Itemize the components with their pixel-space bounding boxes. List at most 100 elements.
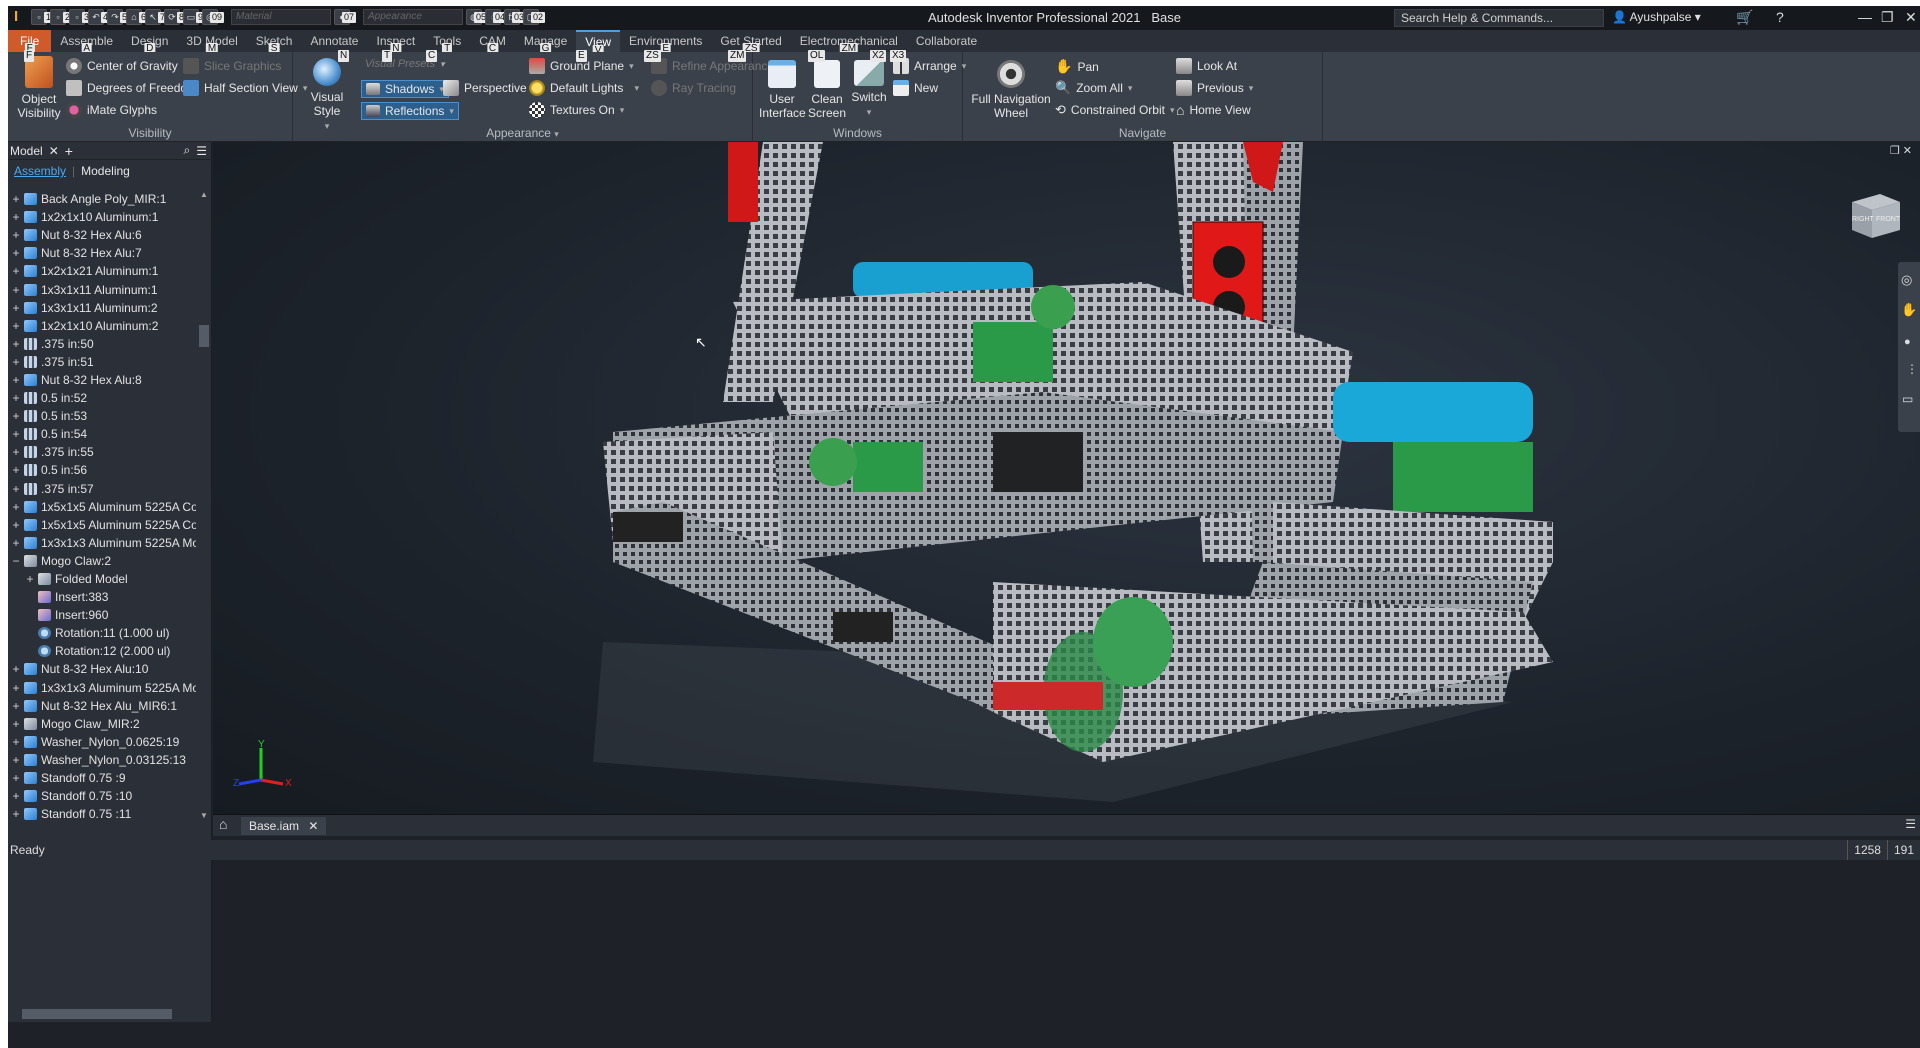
material-select[interactable]: Material [231,9,331,25]
tree-node[interactable]: +1x2x1x10 Aluminum:1 [8,208,196,226]
tree-node[interactable]: +1x3x1x11 Aluminum:1 [8,280,196,298]
inventor-logo-icon[interactable]: I [14,9,28,25]
tree-node[interactable]: − Mogo Claw:2 [8,552,196,570]
panel-title-appearance[interactable]: Appearance ▾ [293,126,752,140]
qat-appearance-icon[interactable]: ◐07 [334,9,356,25]
tree-node[interactable]: + .375 in:55 [8,443,196,461]
tree-node[interactable]: + Nut 8-32 Hex Alu_MIR6:1 [8,697,196,715]
pan-button[interactable]: ✋ Pan [1055,58,1099,75]
qat-redo-button[interactable]: ↷ 5 [107,9,129,25]
menu-icon[interactable]: ☰ [1905,817,1916,831]
home-view-button[interactable]: ⌂ Home View [1176,102,1251,118]
expand-icon[interactable]: + [10,482,22,496]
tab-collaborate[interactable]: Collaborate [907,30,986,52]
slice-graphics-button[interactable]: Slice Graphics [183,58,281,74]
expand-icon[interactable]: + [10,301,22,315]
navigation-bar[interactable]: ◎ ✋ ● ⋮ ▭ [1898,262,1920,432]
scroll-thumb[interactable] [199,325,209,347]
qat-save-button[interactable]: ▫ 3 [69,9,91,25]
nav-wheel-icon[interactable]: ◎ [1901,272,1912,288]
tree-node[interactable]: + Nut 8-32 Hex Alu:7 [8,244,196,262]
browser-hscroll-thumb[interactable] [22,1009,172,1019]
expand-icon[interactable]: + [10,463,22,477]
tree-node[interactable]: + .375 in:50 [8,335,196,353]
clean-screen-button[interactable]: Clean Screen [807,60,847,120]
home-icon[interactable]: ⌂ [219,816,227,832]
expand-icon[interactable]: + [10,662,22,676]
tab-manage[interactable]: Manage G [515,30,576,55]
expand-icon[interactable]: + [10,681,22,695]
tree-node[interactable]: + Standoff 0.75 :10 [8,787,196,805]
qat-open-button[interactable]: ▫ 2 [50,9,72,25]
tree-node[interactable]: + .375 in:57 [8,480,196,498]
tree-node[interactable]: + Nut 8-32 Hex Alu:6 [8,226,196,244]
full-navigation-wheel-button[interactable]: Full Navigation Wheel [969,60,1053,120]
expand-icon[interactable]: + [10,409,22,423]
expand-icon[interactable]: + [10,246,22,260]
tree-node[interactable]: +1x3x1x3 Aluminum 5225A Mogo C [8,679,196,697]
degrees-of-freedom-button[interactable]: Degrees of Freedom [66,80,197,96]
previous-view-button[interactable]: Previous ▾ [1176,80,1253,96]
zoom-icon[interactable]: ● [1904,336,1911,348]
user-account[interactable]: 👤 Ayushpalse ▾ [1612,10,1701,24]
reflections-button[interactable]: Reflections ▾ [361,102,459,120]
object-visibility-button[interactable]: Object Visibility [16,56,62,120]
visual-style-button[interactable]: Visual Style ▾ [299,58,355,133]
tree-node[interactable]: +1x3x1x11 Aluminum:2 [8,299,196,317]
qat-undo-button[interactable]: ↶ 4 [88,9,110,25]
default-lights-select[interactable]: Default Lights ▾ [529,80,639,96]
graphics-viewport[interactable]: ↖ RIGHT FRONT ◎ ✋ ● ⋮ ▭ ❐ ✕ Y X Z [213,142,1920,820]
ray-tracing-button[interactable]: Ray Tracing [651,80,736,96]
tab-tools[interactable]: Tools T [424,30,470,55]
add-tab-icon[interactable]: + [65,143,73,159]
qat-home-button[interactable]: ⌂ 6 [126,9,148,25]
browser-title[interactable]: Model [10,144,43,158]
expand-icon[interactable]: + [10,735,22,749]
expand-icon[interactable]: + [10,518,22,532]
help-search-input[interactable]: Search Help & Commands... [1394,9,1604,27]
expand-icon[interactable]: + [10,445,22,459]
tab-sketch[interactable]: Sketch S [247,30,302,55]
tree-node[interactable]: +1x5x1x5 Aluminum 5225A Cone A [8,498,196,516]
expand-icon[interactable]: + [10,427,22,441]
tab-modeling[interactable]: Modeling [81,164,130,178]
new-window-button[interactable]: New [893,80,938,96]
look-at-icon[interactable]: ▭ [1902,392,1913,406]
tree-node[interactable]: +0.5 in:56 [8,461,196,479]
tree-node[interactable]: + Nut 8-32 Hex Alu:10 [8,660,196,678]
tree-node[interactable]: + Standoff 0.75 :9 [8,769,196,787]
tab-3d-model[interactable]: 3D Model M [177,30,246,55]
expand-icon[interactable]: + [10,373,22,387]
qat-adjust-button[interactable]: ◌04 [485,9,507,25]
expand-icon[interactable]: + [10,789,22,803]
expand-icon[interactable]: + [10,699,22,713]
document-tab[interactable]: Base.iam ✕ [241,817,327,835]
expand-icon[interactable]: + [10,500,22,514]
tab-assemble[interactable]: Assemble A [51,30,122,55]
perspective-button[interactable]: Perspective▾ [443,80,536,96]
tree-node[interactable]: +0.5 in:52 [8,389,196,407]
expand-icon[interactable]: + [10,283,22,297]
maximize-viewport-icon[interactable]: ❐ ✕ [1890,144,1912,157]
expand-icon[interactable]: + [10,536,22,550]
shadows-button[interactable]: Shadows ▾ [361,80,449,98]
cart-icon[interactable]: 🛒 [1736,9,1753,26]
tree-node[interactable]: +1x5x1x5 Aluminum 5225A Cone A [8,516,196,534]
help-icon[interactable]: ? [1776,9,1784,25]
tree-node[interactable]: + Washer_Nylon_0.03125:13 [8,751,196,769]
tab-inspect[interactable]: Inspect N [367,30,424,55]
restore-icon[interactable]: ❐ [1881,9,1894,26]
tab-cam[interactable]: CAM C [470,30,515,55]
tree-node[interactable]: + Washer_Nylon_0.0625:19 [8,733,196,751]
tab-annotate[interactable]: Annotate [301,30,367,52]
tree-node[interactable]: +0.5 in:54 [8,425,196,443]
tree-node[interactable]: Insert:960 [8,606,196,624]
tab-assembly[interactable]: Assembly [14,164,66,178]
orbit-icon[interactable]: ⋮ [1906,362,1918,376]
expand-icon[interactable]: + [10,771,22,785]
qat-measure-button[interactable]: ▭ 9 [183,9,205,25]
tree-node[interactable]: +1x2x1x10 Aluminum:2 [8,317,196,335]
tree-node[interactable]: +1x3x1x3 Aluminum 5225A Mogo C [8,534,196,552]
tree-node[interactable]: Rotation:12 (2.000 ul) [8,642,196,660]
expand-icon[interactable]: + [10,391,22,405]
